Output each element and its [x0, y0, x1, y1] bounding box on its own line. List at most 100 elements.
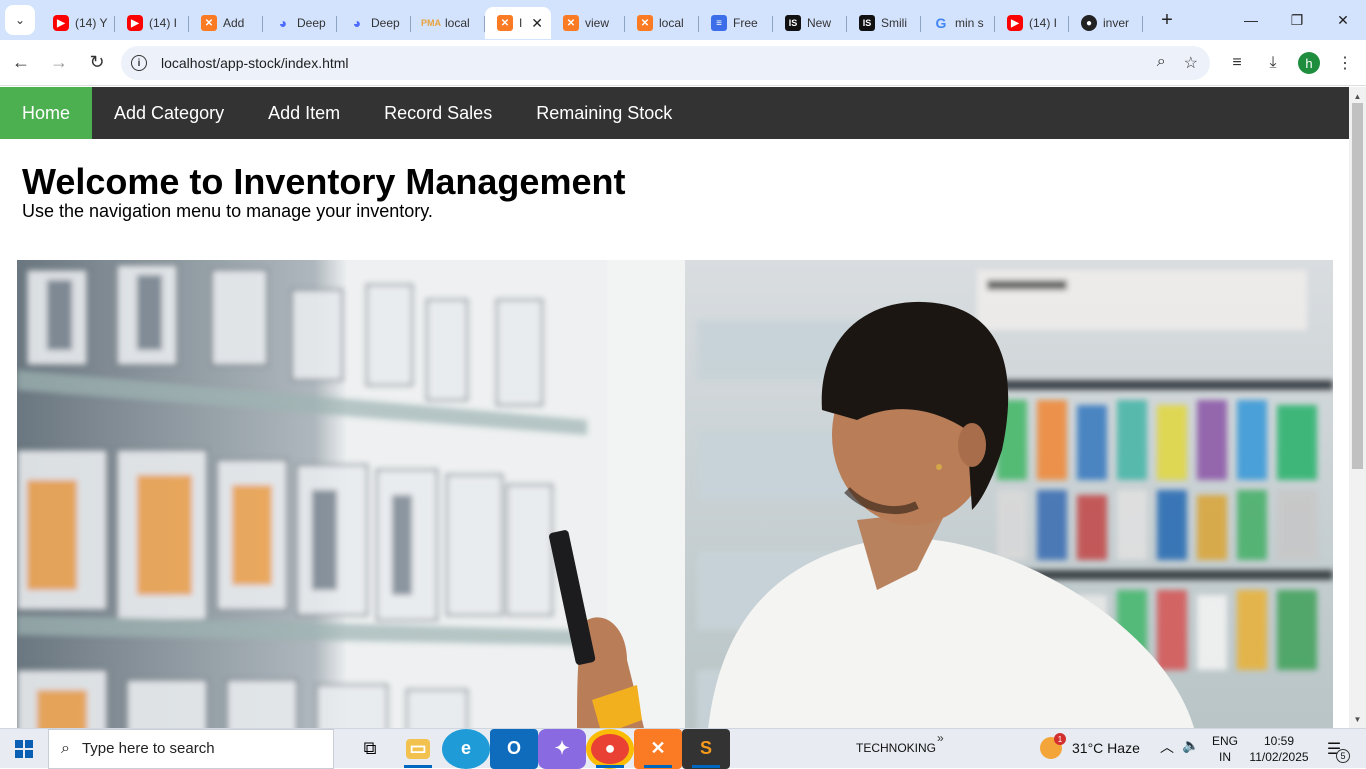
windows-taskbar: ⌕ Type here to search ⧉ ▭ e O ✦ ● ✕ S TE…	[0, 728, 1366, 769]
nav-remaining-stock[interactable]: Remaining Stock	[514, 87, 694, 139]
new-tab-button[interactable]: +	[1153, 6, 1181, 34]
tab-title: I	[519, 16, 523, 30]
tab-title: (14) Y	[75, 16, 108, 30]
browser-tab[interactable]: IS New	[773, 7, 847, 39]
nav-record-sales[interactable]: Record Sales	[362, 87, 514, 139]
hero-image	[17, 260, 1333, 728]
browser-tab[interactable]: ▶ (14) I	[995, 7, 1069, 39]
address-bar[interactable]: i localhost/app-stock/index.html ⌕ ☆	[121, 46, 1210, 80]
close-tab-icon[interactable]: ✕	[531, 15, 543, 32]
browser-tab[interactable]: ✕ Add	[189, 7, 263, 39]
youtube-icon: ▶	[53, 15, 69, 31]
menu-kebab-icon[interactable]: ⋮	[1334, 46, 1356, 80]
scroll-down-icon[interactable]: ▼	[1349, 712, 1366, 726]
browser-tab[interactable]: ▶ (14) Y	[41, 7, 115, 39]
browser-tab[interactable]: PMA local	[411, 7, 485, 39]
chrome-icon[interactable]: ●	[586, 728, 634, 769]
nav-home[interactable]: Home	[0, 87, 93, 139]
media-controls-icon[interactable]: ≡	[1226, 46, 1248, 80]
tab-title: min s	[955, 16, 984, 30]
profile-avatar[interactable]: h	[1298, 52, 1320, 74]
youtube-icon: ▶	[1007, 15, 1023, 31]
xampp-icon: ✕	[201, 15, 217, 31]
tab-active[interactable]: ✕ I ✕	[485, 7, 551, 39]
sublime-text-icon[interactable]: S	[682, 728, 730, 769]
bookmark-star-icon[interactable]: ☆	[1184, 53, 1198, 73]
scrollbar-thumb[interactable]	[1352, 103, 1363, 469]
youtube-icon: ▶	[127, 15, 143, 31]
minimize-button[interactable]: —	[1228, 0, 1274, 40]
nav-add-category[interactable]: Add Category	[92, 87, 246, 139]
is-icon: IS	[785, 15, 801, 31]
restore-button[interactable]: ❐	[1274, 0, 1320, 40]
show-hidden-icons-chevron-icon[interactable]: ︿	[1160, 737, 1174, 757]
tab-title: Add	[223, 16, 245, 30]
weather-widget[interactable]: 1 31°C Haze	[1040, 733, 1140, 759]
page-scrollbar[interactable]: ▲ ▼	[1349, 87, 1366, 728]
browser-tab[interactable]: IS Smili	[847, 7, 921, 39]
browser-tab[interactable]: ◕ Deep	[263, 7, 337, 39]
browser-toolbar: ← → ↻ i localhost/app-stock/index.html ⌕…	[0, 40, 1366, 86]
zoom-icon[interactable]: ⌕	[1157, 53, 1166, 73]
taskbar-search[interactable]: ⌕ Type here to search	[48, 728, 334, 769]
site-info-icon[interactable]: i	[131, 55, 147, 71]
back-button[interactable]: ←	[4, 46, 38, 80]
download-icon[interactable]: ⤓	[1262, 46, 1284, 80]
tab-search-button[interactable]: ⌄	[5, 5, 35, 35]
window-controls: — ❐ ✕	[1228, 0, 1366, 40]
lang-code: ENG	[1212, 734, 1239, 748]
windows-logo-icon	[15, 739, 33, 758]
browser-tab[interactable]: ● inver	[1069, 7, 1143, 39]
tab-title: local	[659, 16, 684, 30]
browser-tab[interactable]: ▶ (14) I	[115, 7, 189, 39]
browser-tab[interactable]: ✕ local	[625, 7, 699, 39]
search-icon: ⌕	[61, 739, 70, 757]
browser-tab[interactable]: ≡ Free	[699, 7, 773, 39]
lang-region: IN	[1219, 750, 1231, 764]
tab-title: New	[807, 16, 832, 30]
chevron-down-icon: ⌄	[14, 13, 26, 27]
edge-icon[interactable]: e	[442, 728, 490, 769]
url-text[interactable]: localhost/app-stock/index.html	[161, 55, 349, 71]
browser-tab[interactable]: ✕ view	[551, 7, 625, 39]
store-photo	[17, 260, 1333, 728]
tab-title: view	[585, 16, 610, 30]
forward-button[interactable]: →	[42, 46, 76, 80]
tab-title: inver	[1103, 16, 1130, 30]
scroll-up-icon[interactable]: ▲	[1349, 89, 1366, 103]
clock[interactable]: 10:59 11/02/2025	[1248, 733, 1310, 765]
task-view-icon[interactable]: ⧉	[346, 729, 394, 769]
browser-tab[interactable]: Gmin s	[921, 7, 995, 39]
browser-tab-strip: ⌄ ▶ (14) Y ▶ (14) I ✕ Add ◕ Deep ◕ Deep PMA local ✕ I…	[0, 0, 1366, 40]
weather-sun-icon: 1	[1040, 733, 1066, 759]
clock-time: 10:59	[1263, 734, 1295, 748]
page-viewport: Home Add Category Add Item Record Sales …	[0, 87, 1366, 728]
xampp-icon: ✕	[563, 15, 579, 31]
plus-icon: +	[1161, 8, 1173, 31]
tab-title: Deep	[297, 16, 326, 30]
file-explorer-icon[interactable]: ▭	[394, 729, 442, 769]
page-title: Welcome to Inventory Management	[22, 161, 626, 202]
taskbar-search-placeholder: Type here to search	[81, 740, 215, 757]
tray-toolbar-label: TECHNOKING	[856, 741, 937, 755]
xampp-taskbar-icon[interactable]: ✕	[634, 728, 682, 769]
weather-text: 31°C Haze	[1072, 740, 1140, 756]
xampp-icon: ✕	[497, 15, 513, 31]
phpmyadmin-icon: PMA	[421, 18, 441, 28]
is-icon: IS	[859, 15, 875, 31]
reload-button[interactable]: ↻	[80, 46, 114, 80]
deepseek-icon: ◕	[352, 15, 362, 31]
tab-title: (14) I	[149, 16, 178, 30]
browser-tab[interactable]: ◕ Deep	[337, 7, 411, 39]
volume-icon[interactable]: 🔈	[1182, 737, 1199, 757]
input-language[interactable]: ENG IN	[1212, 733, 1238, 765]
copilot-icon[interactable]: ✦	[538, 728, 586, 769]
taskbar-apps: ⧉ ▭ e O ✦ ● ✕ S	[346, 728, 730, 769]
system-tray: ︿ 🔈	[1160, 737, 1199, 757]
close-window-button[interactable]: ✕	[1320, 0, 1366, 40]
notification-center-icon[interactable]: ☰ 5	[1322, 737, 1350, 763]
nav-add-item[interactable]: Add Item	[246, 87, 362, 139]
outlook-icon[interactable]: O	[490, 728, 538, 769]
start-button[interactable]	[0, 729, 48, 769]
tray-expand-chevron-icon[interactable]: »	[937, 731, 944, 745]
